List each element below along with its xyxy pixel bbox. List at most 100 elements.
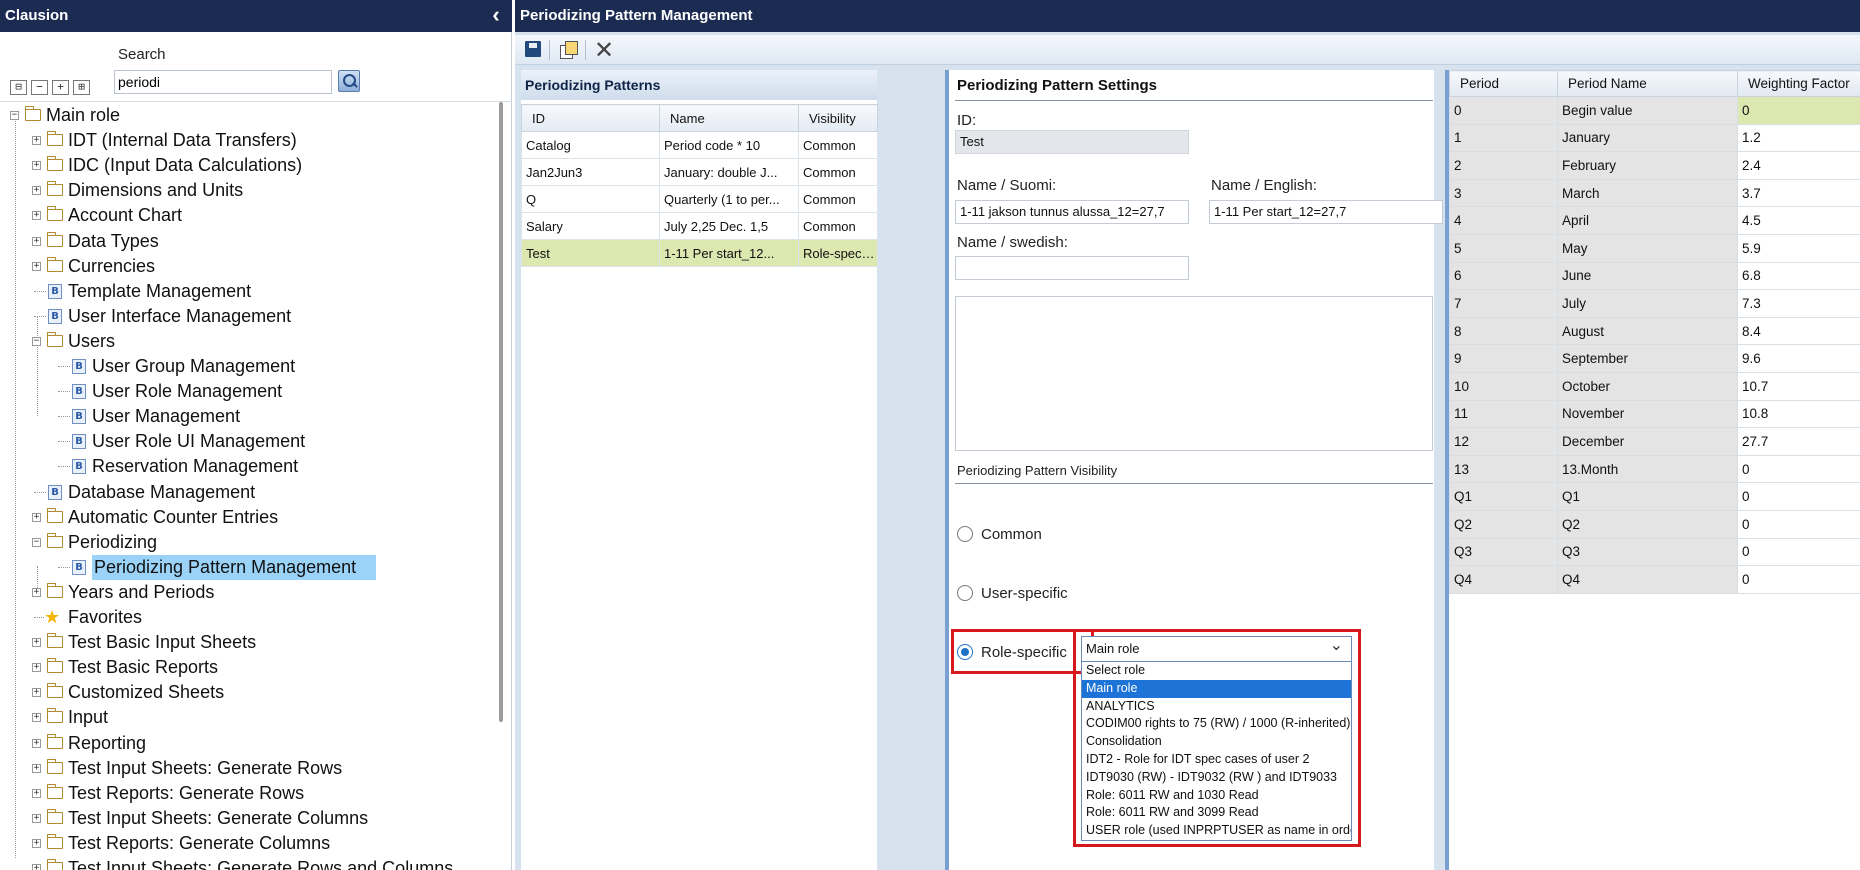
- radio-button[interactable]: [957, 526, 973, 542]
- pattern-id-cell[interactable]: Q: [521, 185, 660, 213]
- weighting-factor-cell[interactable]: 0: [1737, 537, 1860, 567]
- expand-icon[interactable]: +: [32, 688, 41, 698]
- pattern-visibility-cell[interactable]: Role-specific: [798, 239, 878, 267]
- weighting-factor-cell[interactable]: 0: [1737, 509, 1860, 539]
- pattern-id-cell[interactable]: Catalog: [521, 131, 660, 159]
- save-icon[interactable]: [523, 39, 545, 61]
- search-input[interactable]: [114, 70, 332, 94]
- weighting-factor-cell[interactable]: 3.7: [1737, 178, 1860, 208]
- pattern-id-cell[interactable]: Salary: [521, 212, 660, 240]
- pattern-name-cell[interactable]: Period code * 10: [659, 131, 799, 159]
- weighting-factor-cell[interactable]: 2.4: [1737, 151, 1860, 180]
- period-row[interactable]: 3 March 3.7: [1449, 178, 1860, 208]
- period-row[interactable]: 2 February 2.4: [1449, 151, 1860, 180]
- weighting-factor-cell[interactable]: 0: [1737, 482, 1860, 511]
- pattern-row[interactable]: Salary July 2,25 Dec. 1,5 Common: [521, 212, 878, 240]
- expand-icon[interactable]: +: [32, 713, 41, 723]
- expand-icon[interactable]: +: [32, 136, 41, 146]
- pattern-id-cell[interactable]: Test: [521, 239, 660, 267]
- weighting-factor-cell[interactable]: 9.6: [1737, 344, 1860, 373]
- collapse-all-icon[interactable]: ⊟: [10, 80, 27, 95]
- column-header-visibility[interactable]: Visibility: [798, 104, 878, 132]
- expand-icon[interactable]: +: [32, 186, 41, 196]
- period-row[interactable]: 0 Begin value 0: [1449, 96, 1860, 125]
- period-row[interactable]: 8 August 8.4: [1449, 316, 1860, 346]
- search-icon[interactable]: [338, 70, 360, 92]
- name-english-field[interactable]: 1-11 Per start_12=27,7: [1209, 200, 1443, 224]
- expand-icon[interactable]: +: [32, 211, 41, 221]
- role-dropdown-value[interactable]: Main role: [1082, 633, 1351, 662]
- expand-icon[interactable]: +: [32, 763, 41, 773]
- expand-icon[interactable]: +: [32, 663, 41, 673]
- pattern-name-cell[interactable]: 1-11 Per start_12...: [659, 239, 799, 267]
- expand-icon[interactable]: +: [32, 587, 41, 597]
- period-row[interactable]: 12 December 27.7: [1449, 427, 1860, 456]
- collapse-icon[interactable]: −: [32, 537, 41, 547]
- expand-icon[interactable]: +: [52, 80, 69, 95]
- weighting-factor-cell[interactable]: 8.4: [1737, 316, 1860, 346]
- weighting-factor-cell[interactable]: 0: [1737, 565, 1860, 594]
- collapse-icon[interactable]: −: [32, 336, 41, 346]
- period-row[interactable]: Q3 Q3 0: [1449, 537, 1860, 567]
- pattern-row[interactable]: Jan2Jun3 January: double J... Common: [521, 158, 878, 186]
- period-row[interactable]: 5 May 5.9: [1449, 233, 1860, 263]
- radio-role-specific[interactable]: Role-specific: [957, 641, 1067, 663]
- name-swedish-field[interactable]: [955, 256, 1189, 280]
- weighting-factor-cell[interactable]: 0: [1737, 454, 1860, 484]
- pattern-name-cell[interactable]: July 2,25 Dec. 1,5: [659, 212, 799, 240]
- chevron-left-icon[interactable]: ‹: [486, 0, 506, 32]
- pattern-visibility-cell[interactable]: Common: [798, 185, 878, 213]
- column-header-period[interactable]: Period: [1449, 70, 1558, 97]
- role-option[interactable]: Consolidation: [1082, 733, 1351, 751]
- weighting-factor-cell[interactable]: 7.3: [1737, 289, 1860, 318]
- pattern-id-cell[interactable]: Jan2Jun3: [521, 158, 660, 186]
- expand-icon[interactable]: +: [32, 838, 41, 848]
- pattern-row[interactable]: Catalog Period code * 10 Common: [521, 131, 878, 159]
- expand-icon[interactable]: +: [32, 512, 41, 522]
- role-option[interactable]: USER role (used INPRPTUSER as name in or…: [1082, 822, 1351, 840]
- weighting-factor-cell[interactable]: 4.5: [1737, 206, 1860, 235]
- expand-icon[interactable]: +: [32, 788, 41, 798]
- collapse-icon[interactable]: −: [31, 80, 48, 95]
- role-dropdown[interactable]: Main role Select roleMain roleANALYTICSC…: [1081, 633, 1352, 841]
- pattern-visibility-cell[interactable]: Common: [798, 212, 878, 240]
- weighting-factor-cell[interactable]: 0: [1737, 96, 1860, 125]
- weighting-factor-cell[interactable]: 6.8: [1737, 261, 1860, 291]
- expand-icon[interactable]: +: [32, 864, 41, 870]
- expand-icon[interactable]: +: [32, 738, 41, 748]
- period-row[interactable]: 6 June 6.8: [1449, 261, 1860, 291]
- period-row[interactable]: 1 January 1.2: [1449, 123, 1860, 153]
- role-option[interactable]: Role: 6011 RW and 3099 Read: [1082, 804, 1351, 822]
- pattern-visibility-cell[interactable]: Common: [798, 158, 878, 186]
- weighting-factor-cell[interactable]: 5.9: [1737, 233, 1860, 263]
- radio-common[interactable]: Common: [957, 523, 1042, 545]
- expand-icon[interactable]: +: [32, 261, 41, 271]
- column-header-name[interactable]: Name: [659, 104, 799, 132]
- role-option[interactable]: Select role: [1082, 662, 1351, 680]
- expand-icon[interactable]: +: [32, 236, 41, 246]
- collapse-icon[interactable]: −: [10, 111, 19, 120]
- column-header-id[interactable]: ID: [521, 104, 660, 132]
- period-row[interactable]: Q4 Q4 0: [1449, 565, 1860, 594]
- period-row[interactable]: 7 July 7.3: [1449, 289, 1860, 318]
- weighting-factor-cell[interactable]: 10.7: [1737, 371, 1860, 401]
- period-row[interactable]: 9 September 9.6: [1449, 344, 1860, 373]
- column-header-weighting-factor[interactable]: Weighting Factor: [1737, 70, 1860, 97]
- copy-icon[interactable]: [557, 39, 579, 61]
- description-textarea[interactable]: [955, 296, 1433, 451]
- period-row[interactable]: 4 April 4.5: [1449, 206, 1860, 235]
- expand-icon[interactable]: +: [32, 638, 41, 648]
- role-option[interactable]: Main role: [1082, 679, 1351, 698]
- pattern-row[interactable]: Test 1-11 Per start_12... Role-specific: [521, 239, 878, 267]
- radio-button[interactable]: [957, 585, 973, 601]
- tree-scrollbar[interactable]: [499, 102, 503, 722]
- weighting-factor-cell[interactable]: 1.2: [1737, 123, 1860, 153]
- weighting-factor-cell[interactable]: 27.7: [1737, 427, 1860, 456]
- period-row[interactable]: Q2 Q2 0: [1449, 509, 1860, 539]
- role-option[interactable]: ANALYTICS: [1082, 698, 1351, 716]
- pattern-row[interactable]: Q Quarterly (1 to per... Common: [521, 185, 878, 213]
- period-row[interactable]: 11 November 10.8: [1449, 399, 1860, 429]
- pattern-name-cell[interactable]: January: double J...: [659, 158, 799, 186]
- radio-user-specific[interactable]: User-specific: [957, 582, 1068, 604]
- period-row[interactable]: 10 October 10.7: [1449, 371, 1860, 401]
